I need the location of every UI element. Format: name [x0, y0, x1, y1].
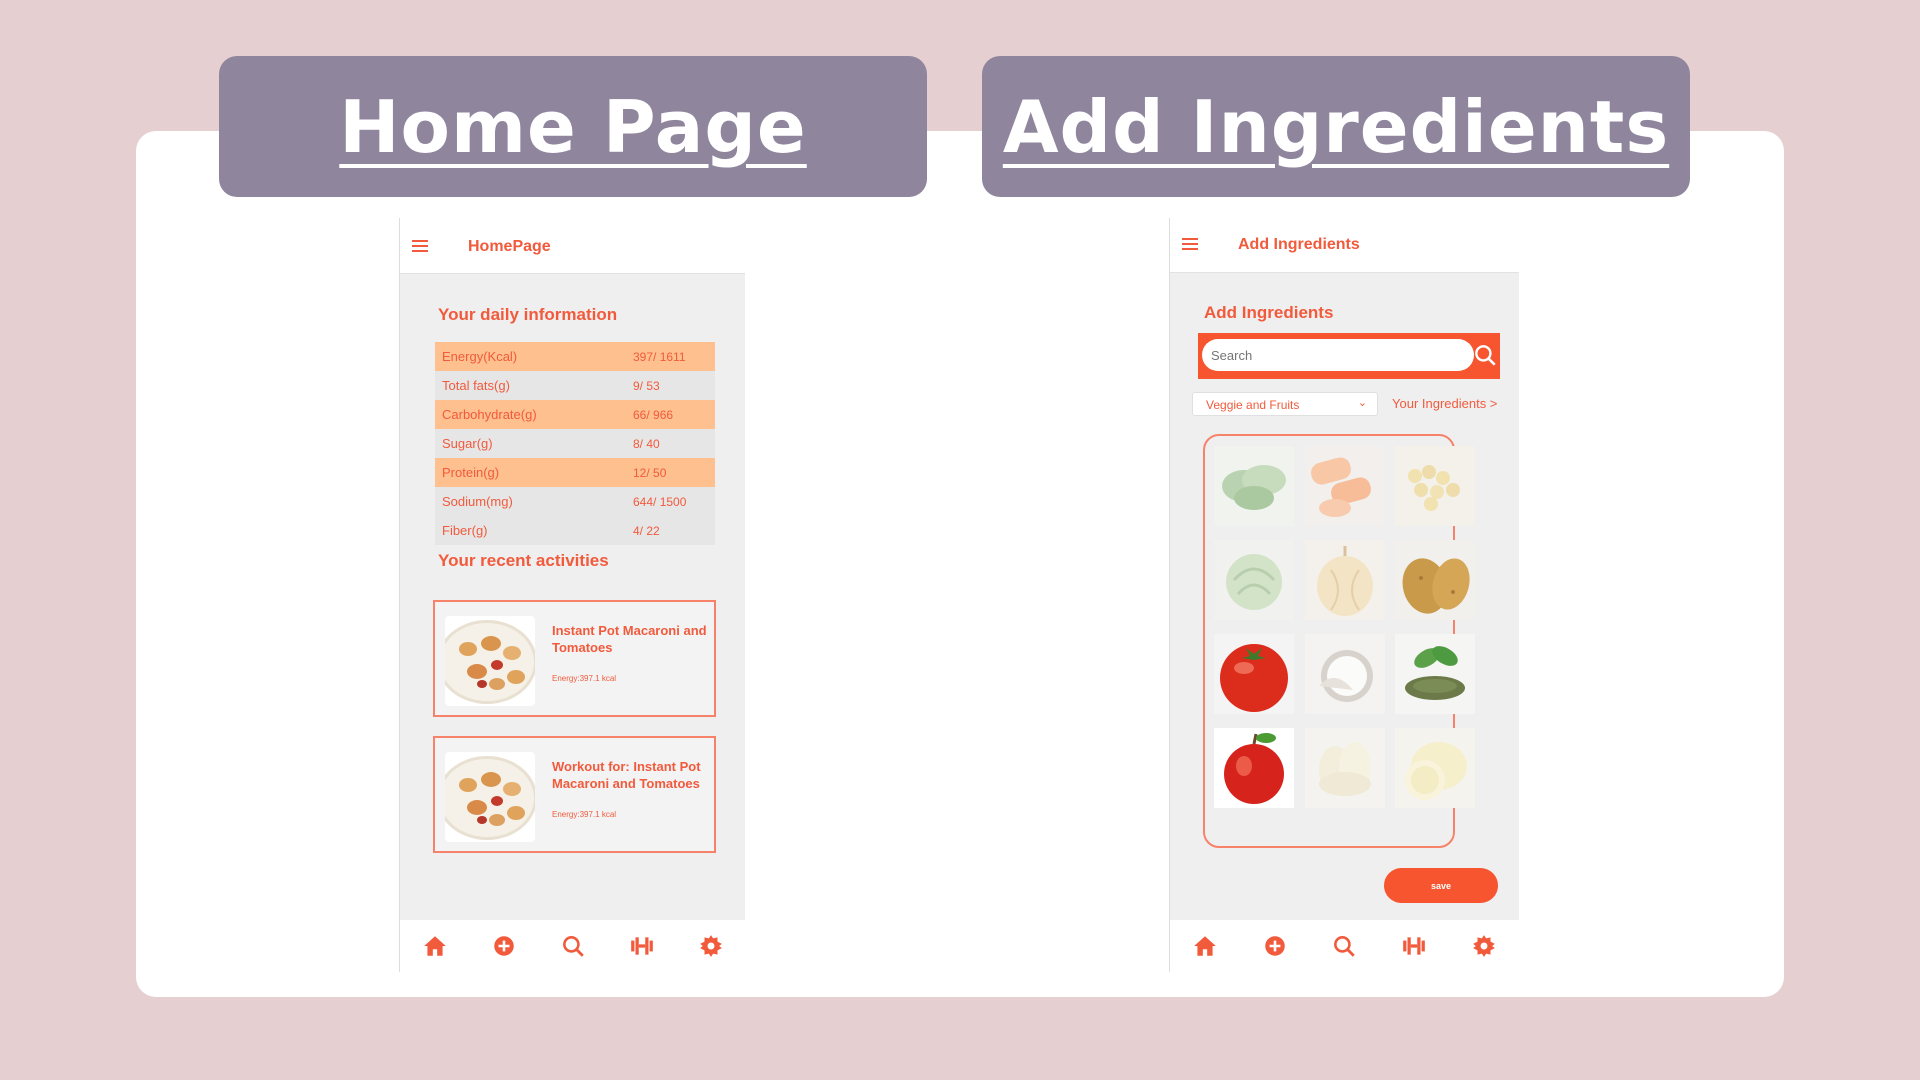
table-row: Fiber(g) 4/ 22: [435, 516, 715, 545]
activity-title: Workout for: Instant Pot Macaroni and To…: [552, 759, 701, 791]
nutrient-name: Sodium(mg): [442, 494, 513, 509]
save-button[interactable]: save: [1384, 868, 1498, 903]
table-row: Total fats(g) 9/ 53: [435, 371, 715, 400]
add-appbar: Add Ingredients: [1170, 218, 1519, 273]
activity-energy: Energy:397.1 kcal: [552, 810, 617, 819]
add-circle-icon[interactable]: [1262, 933, 1288, 959]
apple-ingredient[interactable]: [1214, 728, 1294, 808]
macaroni-image: [445, 752, 535, 842]
table-row: Sodium(mg) 644/ 1500: [435, 487, 715, 516]
category-value: Veggie and Fruits: [1206, 398, 1300, 412]
macaroni-image: [445, 616, 535, 706]
onion-ingredient[interactable]: [1305, 540, 1385, 620]
search-icon[interactable]: [1472, 342, 1498, 368]
dumbbell-icon[interactable]: [1401, 933, 1427, 959]
nutrient-value: 9/ 53: [633, 378, 660, 393]
dumbbell-icon[interactable]: [629, 933, 655, 959]
home-appbar: HomePage: [400, 218, 745, 274]
nutrient-name: Energy(Kcal): [442, 349, 518, 364]
content-card: [136, 131, 1784, 997]
your-ingredients-link[interactable]: Your Ingredients >: [1392, 396, 1497, 411]
gear-icon[interactable]: [1471, 933, 1497, 959]
nutrient-name: Protein(g): [442, 465, 500, 480]
gear-icon[interactable]: [698, 933, 724, 959]
home-appbar-title: HomePage: [468, 238, 551, 255]
tomato-ingredient[interactable]: [1214, 634, 1294, 714]
search-icon[interactable]: [1331, 933, 1357, 959]
carrot-ingredient[interactable]: [1305, 446, 1385, 526]
search-icon[interactable]: [560, 933, 586, 959]
home-icon[interactable]: [422, 933, 448, 959]
garlic-ingredient[interactable]: [1305, 728, 1385, 808]
nutrient-value: 644/ 1500: [633, 494, 687, 509]
lemon-ingredient[interactable]: [1395, 728, 1475, 808]
table-row: Energy(Kcal) 397/ 1611: [435, 342, 715, 371]
add-ingredients-banner: Add Ingredients: [982, 56, 1690, 197]
nutrition-table: Energy(Kcal) 397/ 1611 Total fats(g) 9/ 53…: [435, 342, 715, 545]
nutrient-value: 8/ 40: [633, 436, 660, 451]
chickpeas-ingredient[interactable]: [1395, 446, 1475, 526]
add-circle-icon[interactable]: [491, 933, 517, 959]
table-row: Carbohydrate(g) 66/ 966: [435, 400, 715, 429]
nutrient-name: Total fats(g): [442, 378, 510, 393]
recent-activities-title: Your recent activities: [438, 551, 609, 570]
add-appbar-title: Add Ingredients: [1238, 236, 1360, 253]
hamburger-menu-icon[interactable]: [412, 240, 428, 252]
bottom-nav: [1170, 920, 1519, 972]
ingredient-grid: [1203, 434, 1475, 848]
cabbage-ingredient[interactable]: [1214, 540, 1294, 620]
nutrient-name: Fiber(g): [442, 523, 488, 538]
activity-card[interactable]: Workout for: Instant Pot Macaroni and To…: [433, 736, 716, 853]
activity-title: Instant Pot Macaroni and Tomatoes: [552, 623, 707, 655]
chevron-down-icon: ⌄: [1357, 397, 1367, 409]
home-phone-screen: HomePage Your daily information Energy(K…: [399, 218, 745, 972]
spinach-ingredient[interactable]: [1214, 446, 1294, 526]
search-bar: [1198, 333, 1500, 379]
nutrient-value: 397/ 1611: [633, 349, 686, 364]
search-input[interactable]: [1202, 339, 1474, 371]
coconut-ingredient[interactable]: [1305, 634, 1385, 714]
nutrient-name: Sugar(g): [442, 436, 493, 451]
add-ingredients-banner-title: Add Ingredients: [1002, 84, 1670, 169]
daily-info-title: Your daily information: [438, 305, 618, 324]
nutrient-name: Carbohydrate(g): [442, 407, 537, 422]
table-row: Protein(g) 12/ 50: [435, 458, 715, 487]
add-ingredients-phone-screen: Add Ingredients Add Ingredients Veggie a…: [1169, 218, 1519, 972]
nutrient-value: 4/ 22: [633, 523, 660, 538]
nutrient-value: 12/ 50: [633, 465, 667, 480]
home-page-banner: Home Page: [219, 56, 927, 197]
home-page-banner-title: Home Page: [339, 84, 807, 169]
herbs-ingredient[interactable]: [1395, 634, 1475, 714]
add-ingredients-title: Add Ingredients: [1204, 303, 1334, 322]
category-dropdown[interactable]: Veggie and Fruits ⌄: [1192, 392, 1378, 416]
activity-card[interactable]: Instant Pot Macaroni and Tomatoes Energy…: [433, 600, 716, 717]
bottom-nav: [400, 920, 745, 972]
table-row: Sugar(g) 8/ 40: [435, 429, 715, 458]
potato-ingredient[interactable]: [1395, 540, 1475, 620]
hamburger-menu-icon[interactable]: [1182, 238, 1198, 250]
activity-energy: Energy:397.1 kcal: [552, 674, 617, 683]
nutrient-value: 66/ 966: [633, 407, 674, 422]
home-icon[interactable]: [1192, 933, 1218, 959]
